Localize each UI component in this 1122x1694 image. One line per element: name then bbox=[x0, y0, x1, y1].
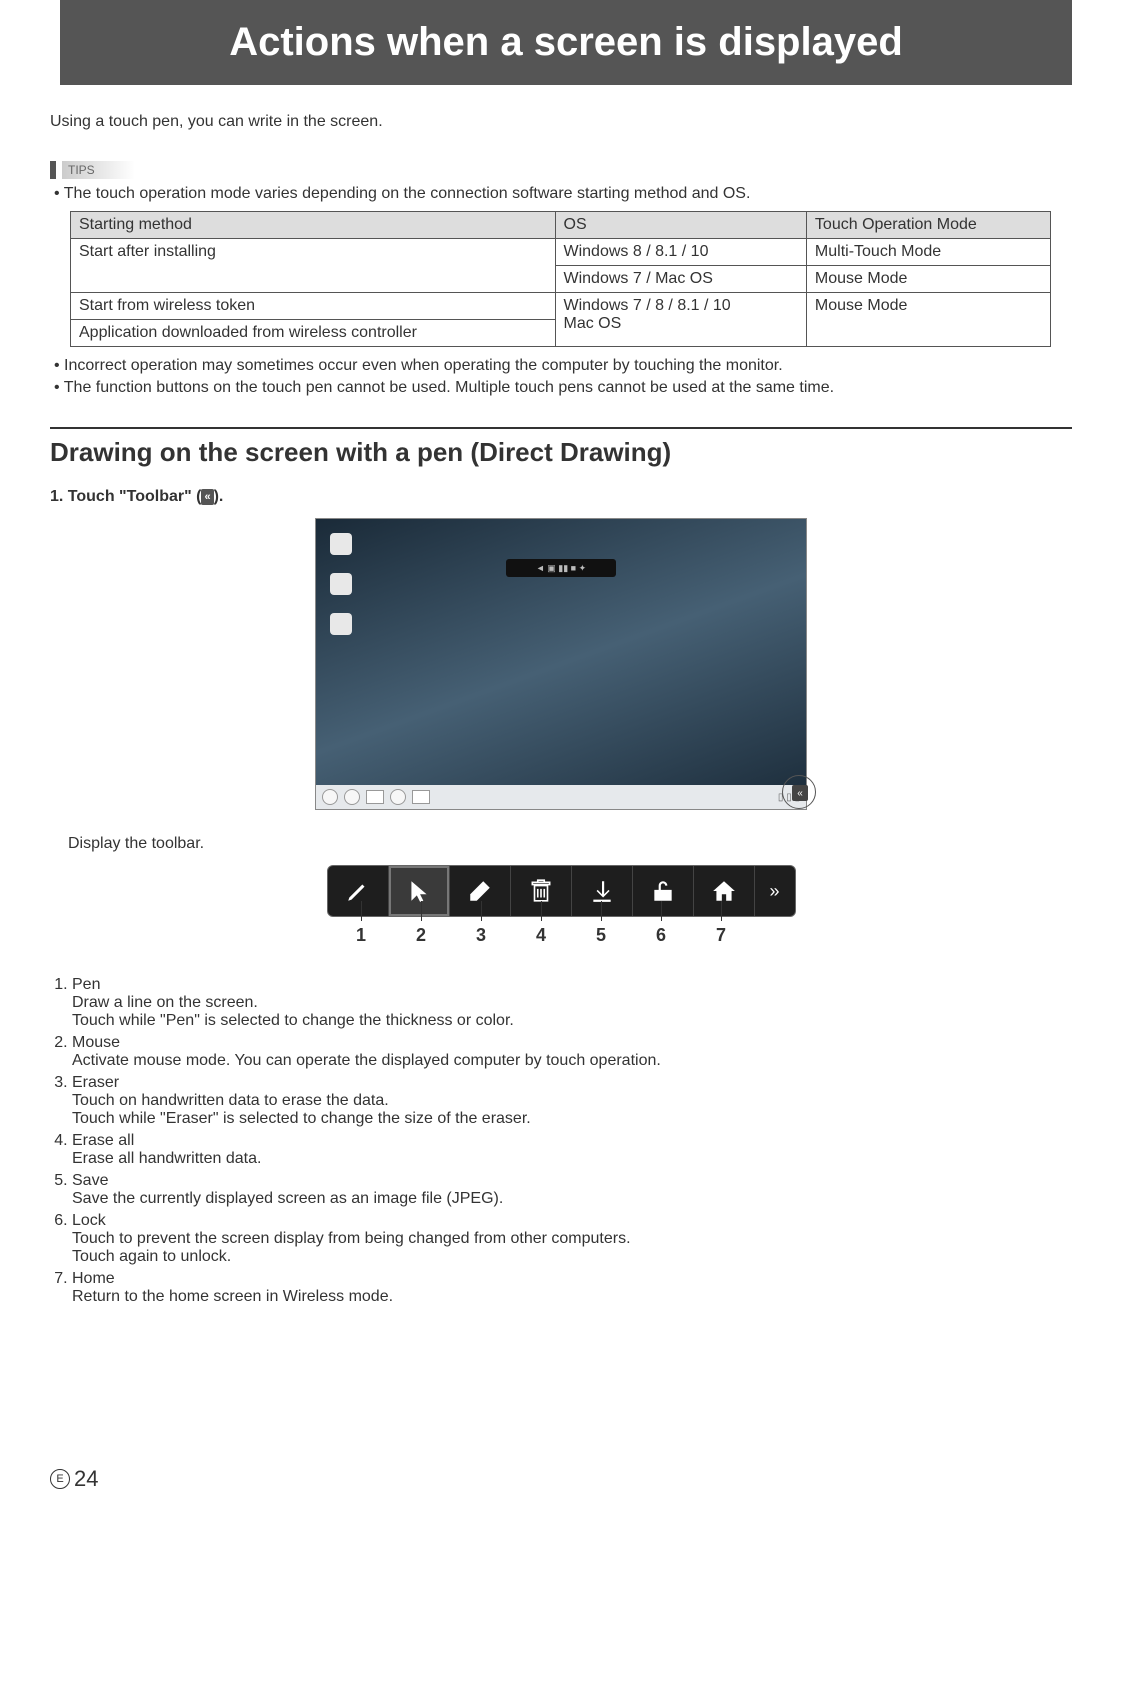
tool-name: Lock bbox=[72, 1212, 106, 1229]
tips-bullet-2: The function buttons on the touch pen ca… bbox=[54, 379, 1072, 397]
tool-item-save: Save Save the currently displayed screen… bbox=[72, 1172, 1072, 1208]
section-title: Drawing on the screen with a pen (Direct… bbox=[50, 437, 1072, 468]
page-number-value: 24 bbox=[74, 1466, 98, 1492]
section-separator bbox=[50, 427, 1072, 429]
home-icon bbox=[711, 878, 737, 904]
td-app-downloaded: Application downloaded from wireless con… bbox=[71, 320, 556, 347]
desktop-icon bbox=[330, 533, 352, 555]
collapse-toolbar[interactable]: » bbox=[755, 866, 795, 916]
num-2: 2 bbox=[391, 925, 451, 946]
desktop-icon bbox=[330, 573, 352, 595]
eraser-tool[interactable] bbox=[450, 866, 511, 916]
tool-name: Save bbox=[72, 1172, 108, 1189]
td-start-wireless-token: Start from wireless token bbox=[71, 293, 556, 320]
tool-descriptions: Pen Draw a line on the screen. Touch whi… bbox=[50, 976, 1072, 1306]
tool-name: Erase all bbox=[72, 1132, 134, 1149]
desktop-icon bbox=[330, 613, 352, 635]
tool-item-mouse: Mouse Activate mouse mode. You can opera… bbox=[72, 1034, 1072, 1070]
cursor-icon bbox=[406, 878, 432, 904]
pen-tool[interactable] bbox=[328, 866, 389, 916]
tool-item-home: Home Return to the home screen in Wirele… bbox=[72, 1270, 1072, 1306]
toolbar-expand-icon: « bbox=[201, 489, 213, 505]
th-starting-method: Starting method bbox=[71, 212, 556, 239]
tool-name: Eraser bbox=[72, 1074, 119, 1091]
num-5: 5 bbox=[571, 925, 631, 946]
num-1: 1 bbox=[331, 925, 391, 946]
pen-icon bbox=[345, 878, 371, 904]
step-1-suffix: ). bbox=[214, 488, 224, 505]
tool-desc: Erase all handwritten data. bbox=[72, 1150, 1072, 1168]
taskbar: ▯ ▯ ▯ bbox=[316, 785, 806, 809]
tips-intro: The touch operation mode varies dependin… bbox=[54, 185, 1072, 203]
toolbar-number-row: 1 2 3 4 5 6 7 bbox=[331, 925, 791, 946]
num-6: 6 bbox=[631, 925, 691, 946]
unlock-icon bbox=[650, 878, 676, 904]
intro-text: Using a touch pen, you can write in the … bbox=[50, 113, 1072, 131]
td-mode-multitouch: Multi-Touch Mode bbox=[806, 239, 1050, 266]
tool-desc: Save the currently displayed screen as a… bbox=[72, 1190, 1072, 1208]
td-os-all: Windows 7 / 8 / 8.1 / 10 Mac OS bbox=[555, 293, 806, 347]
td-mode-mouse1: Mouse Mode bbox=[806, 266, 1050, 293]
tool-item-erase-all: Erase all Erase all handwritten data. bbox=[72, 1132, 1072, 1168]
td-os-win7mac: Windows 7 / Mac OS bbox=[555, 266, 806, 293]
tool-desc: Touch on handwritten data to erase the d… bbox=[72, 1092, 1072, 1128]
drawing-toolbar: » bbox=[327, 865, 796, 917]
tips-bullet-1: Incorrect operation may sometimes occur … bbox=[54, 357, 1072, 375]
tool-name: Mouse bbox=[72, 1034, 120, 1051]
tips-label: TIPS bbox=[62, 161, 135, 179]
chevron-right-icon: » bbox=[769, 881, 779, 902]
tool-name: Pen bbox=[72, 976, 100, 993]
taskbar-icon bbox=[344, 789, 360, 805]
tool-item-pen: Pen Draw a line on the screen. Touch whi… bbox=[72, 976, 1072, 1030]
eraser-icon bbox=[467, 878, 493, 904]
tool-desc: Draw a line on the screen. Touch while "… bbox=[72, 994, 1072, 1030]
tool-desc: Return to the home screen in Wireless mo… bbox=[72, 1288, 1072, 1306]
td-start-after-installing: Start after installing bbox=[71, 239, 556, 293]
floating-control-bar: ◄ ▣ ▮▮ ■ ✦ bbox=[506, 559, 616, 577]
mode-table: Starting method OS Touch Operation Mode … bbox=[70, 211, 1051, 347]
tool-item-eraser: Eraser Touch on handwritten data to eras… bbox=[72, 1074, 1072, 1128]
num-4: 4 bbox=[511, 925, 571, 946]
page-number: E 24 bbox=[50, 1466, 1072, 1492]
num-3: 3 bbox=[451, 925, 511, 946]
step-1-prefix: 1. Touch "Toolbar" ( bbox=[50, 488, 201, 505]
td-mode-mouse2: Mouse Mode bbox=[806, 293, 1050, 347]
lock-tool[interactable] bbox=[633, 866, 694, 916]
taskbar-icon bbox=[390, 789, 406, 805]
tool-item-lock: Lock Touch to prevent the screen display… bbox=[72, 1212, 1072, 1266]
tool-desc: Activate mouse mode. You can operate the… bbox=[72, 1052, 1072, 1070]
step-1: 1. Touch "Toolbar" («). bbox=[50, 488, 1072, 506]
display-toolbar-text: Display the toolbar. bbox=[68, 835, 1072, 853]
desktop-screenshot: ◄ ▣ ▮▮ ■ ✦ ▯ ▯ ▯ « bbox=[315, 518, 807, 810]
tool-desc: Touch to prevent the screen display from… bbox=[72, 1230, 1072, 1266]
tips-accent bbox=[50, 161, 56, 179]
taskbar-icon bbox=[412, 790, 430, 804]
taskbar-icon bbox=[366, 790, 384, 804]
toolbar-handle-icon: « bbox=[792, 785, 808, 801]
home-tool[interactable] bbox=[694, 866, 755, 916]
start-button-icon bbox=[322, 789, 338, 805]
td-os-win8: Windows 8 / 8.1 / 10 bbox=[555, 239, 806, 266]
th-os: OS bbox=[555, 212, 806, 239]
mouse-tool[interactable] bbox=[389, 866, 450, 916]
page-number-prefix: E bbox=[50, 1469, 70, 1489]
num-7: 7 bbox=[691, 925, 751, 946]
th-touch-mode: Touch Operation Mode bbox=[806, 212, 1050, 239]
page-title: Actions when a screen is displayed bbox=[60, 0, 1072, 85]
tool-name: Home bbox=[72, 1270, 115, 1287]
save-tool[interactable] bbox=[572, 866, 633, 916]
